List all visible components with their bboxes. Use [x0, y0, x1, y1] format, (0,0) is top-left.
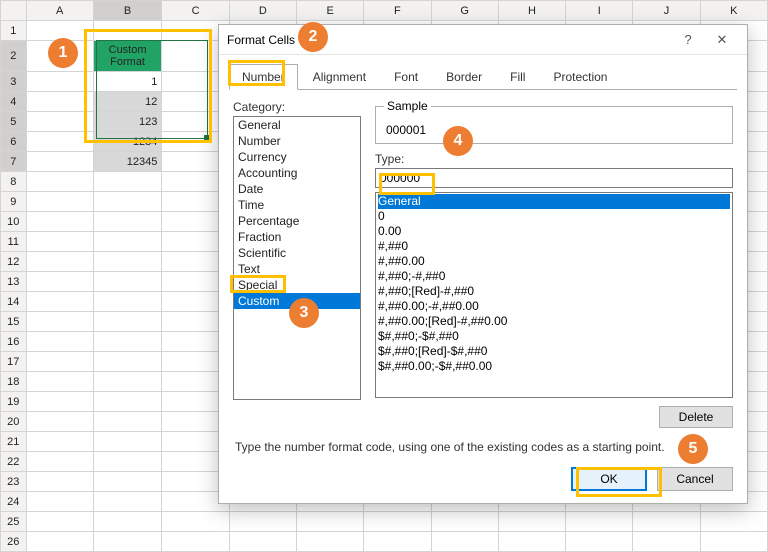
help-button[interactable]: ?	[671, 32, 705, 47]
sample-value: 000001	[386, 123, 426, 137]
delete-button[interactable]: Delete	[659, 406, 733, 428]
dialog-title: Format Cells	[227, 33, 671, 47]
tab-font[interactable]: Font	[381, 64, 431, 90]
category-label: Category:	[233, 100, 361, 114]
format-cells-dialog: Format Cells ? ✕ NumberAlignmentFontBord…	[218, 24, 748, 504]
tab-border[interactable]: Border	[433, 64, 495, 90]
hint-text: Type the number format code, using one o…	[235, 440, 731, 454]
category-list[interactable]: GeneralNumberCurrencyAccountingDateTimeP…	[233, 116, 361, 400]
tab-alignment[interactable]: Alignment	[300, 64, 379, 90]
tab-number[interactable]: Number	[229, 64, 298, 90]
sample-label: Sample	[384, 99, 431, 113]
tab-fill[interactable]: Fill	[497, 64, 538, 90]
ok-button[interactable]: OK	[571, 467, 647, 491]
close-button[interactable]: ✕	[705, 32, 739, 48]
type-label: Type:	[375, 152, 733, 166]
tab-protection[interactable]: Protection	[540, 64, 620, 90]
cancel-button[interactable]: Cancel	[657, 467, 733, 491]
format-list[interactable]: General00.00#,##0#,##0.00#,##0;-#,##0#,#…	[375, 192, 733, 398]
type-input[interactable]	[375, 168, 733, 188]
